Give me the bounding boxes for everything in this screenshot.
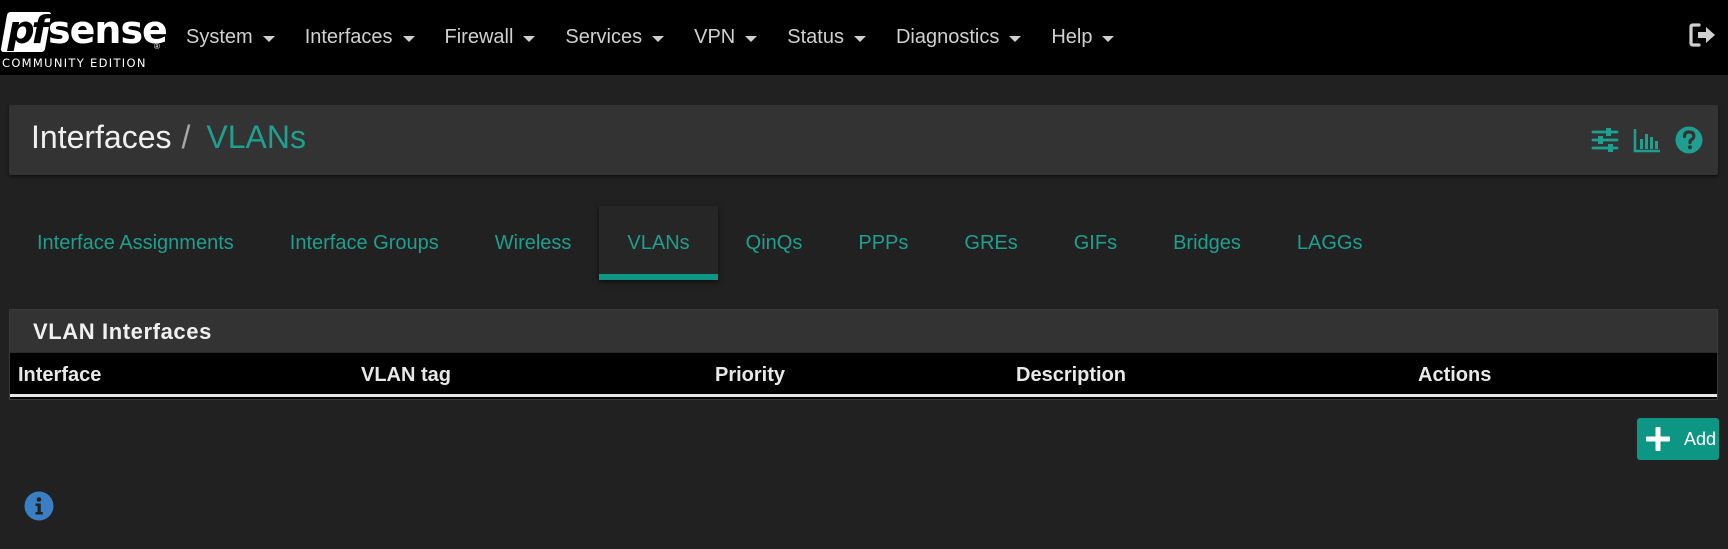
menu-services[interactable]: Services — [565, 0, 665, 75]
header-shortcuts — [1578, 125, 1704, 155]
tab-interface-groups[interactable]: Interface Groups — [262, 206, 467, 280]
menu-label: Services — [565, 26, 643, 48]
menu-label: Interfaces — [304, 26, 393, 48]
menu-label: Status — [787, 26, 844, 48]
column-header-interface[interactable]: Interface — [18, 364, 101, 387]
logo-wordmark: pf sense ® — [0, 6, 168, 54]
sign-out-icon[interactable] — [1688, 20, 1718, 50]
caret-down-icon — [745, 35, 758, 42]
top-navbar: pf sense ® COMMUNITY EDITION System Inte… — [0, 0, 1728, 75]
menu-help[interactable]: Help — [1051, 0, 1115, 75]
logo-pf-block: pf — [0, 8, 52, 52]
main-menu: System Interfaces Firewall Services VPN … — [186, 0, 1144, 75]
tab-laggs[interactable]: LAGGs — [1269, 206, 1391, 280]
plus-icon — [1646, 427, 1670, 451]
tab-interface-assignments[interactable]: Interface Assignments — [9, 206, 262, 280]
registered-mark: ® — [154, 42, 160, 51]
tab-bridges[interactable]: Bridges — [1145, 206, 1269, 280]
breadcrumb-panel: Interfaces / VLANs — [9, 105, 1718, 175]
question-circle-icon[interactable] — [1674, 125, 1704, 155]
menu-label: Diagnostics — [895, 26, 1000, 48]
caret-down-icon — [652, 35, 665, 42]
caret-down-icon — [402, 35, 415, 42]
logo-sense-text: sense — [48, 8, 168, 52]
menu-label: VPN — [694, 26, 736, 48]
menu-label: Firewall — [444, 26, 514, 48]
table-header: Interface VLAN tag Priority Description … — [10, 353, 1717, 397]
menu-system[interactable]: System — [186, 0, 275, 75]
menu-diagnostics[interactable]: Diagnostics — [895, 0, 1022, 75]
caret-down-icon — [1102, 35, 1115, 42]
interface-tabs: Interface Assignments Interface Groups W… — [9, 206, 1390, 280]
column-header-description[interactable]: Description — [1016, 364, 1126, 387]
caret-down-icon — [853, 35, 866, 42]
pfsense-logo[interactable]: pf sense ® COMMUNITY EDITION — [0, 6, 168, 70]
column-header-priority[interactable]: Priority — [715, 364, 785, 387]
breadcrumb-separator: / — [181, 119, 191, 155]
menu-status[interactable]: Status — [787, 0, 866, 75]
bar-chart-icon[interactable] — [1632, 125, 1662, 155]
caret-down-icon — [523, 35, 536, 42]
breadcrumb-parent[interactable]: Interfaces — [31, 119, 172, 156]
vlan-interfaces-panel: VLAN Interfaces Interface VLAN tag Prior… — [9, 309, 1718, 400]
column-header-vlan-tag[interactable]: VLAN tag — [361, 364, 451, 387]
menu-firewall[interactable]: Firewall — [445, 0, 536, 75]
tab-wireless[interactable]: Wireless — [467, 206, 600, 280]
menu-label: System — [186, 26, 253, 48]
edition-label: COMMUNITY EDITION — [2, 56, 147, 70]
menu-vpn[interactable]: VPN — [694, 0, 758, 75]
add-button-label: Add — [1684, 428, 1717, 449]
tab-gifs[interactable]: GIFs — [1046, 206, 1145, 280]
tab-ppps[interactable]: PPPs — [830, 206, 936, 280]
info-circle-icon[interactable] — [24, 491, 54, 521]
sliders-icon[interactable] — [1590, 125, 1620, 155]
tab-vlans[interactable]: VLANs — [599, 206, 718, 280]
breadcrumb-current[interactable]: VLANs — [206, 119, 306, 156]
logo-pf-text: pf — [7, 8, 46, 52]
caret-down-icon — [1009, 35, 1022, 42]
panel-heading: VLAN Interfaces — [10, 310, 1717, 353]
tab-qinqs[interactable]: QinQs — [718, 206, 831, 280]
menu-label: Help — [1051, 26, 1093, 48]
menu-interfaces[interactable]: Interfaces — [305, 0, 415, 75]
tab-gres[interactable]: GREs — [936, 206, 1045, 280]
breadcrumb: Interfaces / VLANs — [31, 119, 306, 156]
caret-down-icon — [262, 35, 275, 42]
panel-title: VLAN Interfaces — [33, 319, 212, 344]
add-vlan-button[interactable]: Add — [1637, 418, 1719, 460]
column-header-actions: Actions — [1418, 364, 1492, 386]
